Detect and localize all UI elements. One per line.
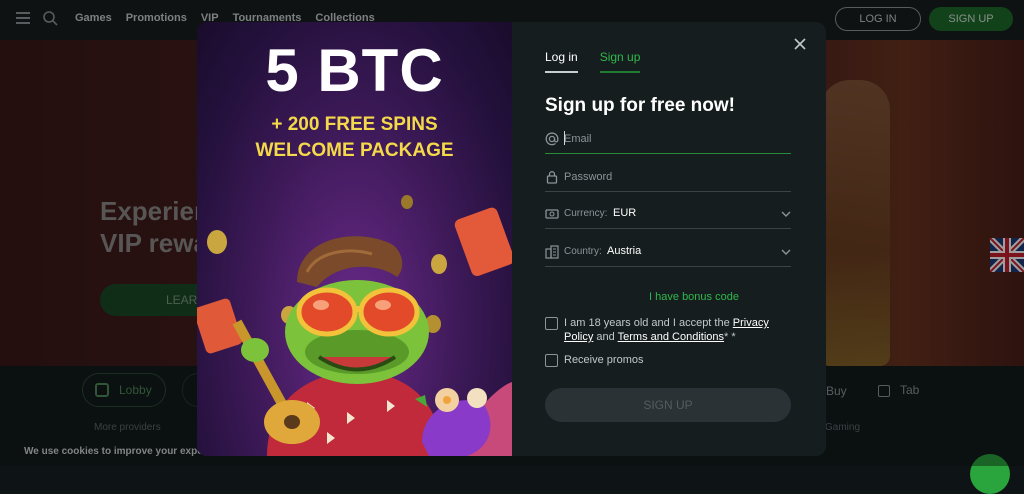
terms-checkbox-row[interactable]: I am 18 years old and I accept the Priva… xyxy=(545,316,795,344)
terms-conditions-link[interactable]: Terms and Conditions xyxy=(618,331,724,343)
promo-panel: 5 BTC + 200 FREE SPINS WELCOME PACKAGE xyxy=(197,22,512,456)
chevron-down-icon xyxy=(781,249,791,255)
currency-value: EUR xyxy=(613,207,637,219)
signup-submit-button[interactable]: SIGN UP xyxy=(545,388,791,422)
signup-modal: 5 BTC + 200 FREE SPINS WELCOME PACKAGE L… xyxy=(197,22,826,456)
currency-icon xyxy=(545,209,559,219)
building-icon xyxy=(545,245,559,259)
text-caret xyxy=(564,131,565,145)
promos-checkbox-row[interactable]: Receive promos xyxy=(545,353,795,367)
tab-signup[interactable]: Sign up xyxy=(599,50,641,73)
lock-icon xyxy=(546,171,558,184)
form-title: Sign up for free now! xyxy=(545,95,735,116)
close-icon[interactable] xyxy=(792,36,808,52)
promo-subline: + 200 FREE SPINS WELCOME PACKAGE xyxy=(255,114,454,161)
country-select[interactable]: Country: Austria xyxy=(545,241,791,267)
tab-login[interactable]: Log in xyxy=(545,50,578,73)
promos-label: Receive promos xyxy=(564,354,644,366)
country-value: Austria xyxy=(607,245,642,257)
password-input[interactable] xyxy=(564,168,784,186)
terms-text: I am 18 years old and I accept the Priva… xyxy=(564,317,769,343)
email-field[interactable] xyxy=(545,128,791,154)
auth-tabs: Log in Sign up xyxy=(545,50,641,73)
promo-headline: 5 BTC xyxy=(265,37,444,104)
currency-select[interactable]: Currency: EUR xyxy=(545,203,791,229)
frog-mascot-illustration xyxy=(197,195,512,456)
signup-form-panel: Log in Sign up Sign up for free now! Cur… xyxy=(512,22,826,456)
chevron-down-icon xyxy=(781,211,791,217)
promos-checkbox[interactable] xyxy=(545,354,558,367)
bonus-code-link[interactable]: I have bonus code xyxy=(512,291,826,303)
at-sign-icon xyxy=(545,132,559,146)
terms-checkbox[interactable] xyxy=(545,317,558,330)
country-label: Country: xyxy=(564,246,602,257)
password-field[interactable] xyxy=(545,166,791,192)
email-input[interactable] xyxy=(564,130,784,148)
currency-label: Currency: xyxy=(564,208,608,219)
